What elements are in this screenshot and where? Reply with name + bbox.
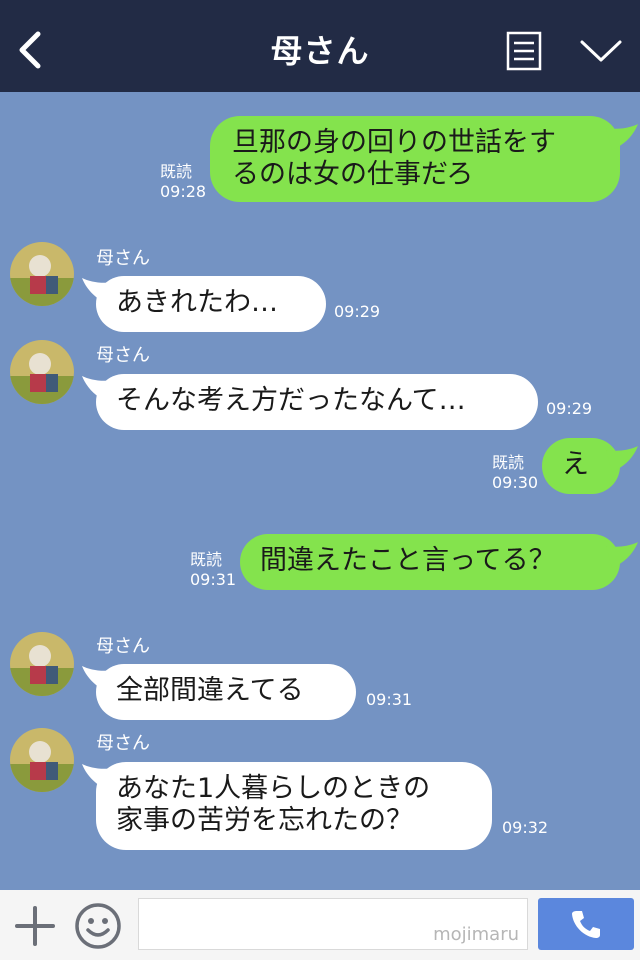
message-time: 09:31 — [366, 690, 413, 709]
read-receipt: 既読 09:30 — [492, 453, 538, 493]
chat-title: 母さん — [270, 32, 370, 70]
message-time: 09:29 — [334, 302, 381, 321]
message-time: 09:28 — [160, 182, 207, 201]
bubble-tail — [606, 124, 638, 150]
message-time: 09:30 — [492, 473, 539, 492]
their-message-bubble[interactable]: あなた1人暮らしのときの 家事の苦労を忘れたの？ — [96, 762, 492, 850]
avatar-image — [10, 728, 74, 792]
list-icon[interactable] — [506, 31, 542, 71]
message-line: 旦那の身の回りの世話をす — [232, 127, 556, 158]
input-bar: mojimaru — [0, 890, 640, 960]
sender-name: 母さん — [96, 636, 150, 657]
watermark: mojimaru — [433, 924, 519, 945]
bubble-tail — [606, 446, 638, 472]
message-line: あきれたわ… — [116, 287, 278, 318]
message-time: 09:32 — [502, 818, 549, 837]
plus-icon[interactable] — [14, 905, 56, 947]
smiley-icon[interactable] — [74, 902, 122, 950]
read-label: 既読 — [492, 453, 525, 472]
read-label: 既読 — [160, 162, 193, 181]
message-time: 09:29 — [546, 399, 593, 418]
sender-name: 母さん — [96, 248, 150, 269]
phone-icon — [572, 911, 600, 938]
message-line: 家事の苦労を忘れたの？ — [116, 805, 413, 836]
their-message-bubble[interactable]: そんな考え方だったなんて… — [96, 374, 538, 430]
message-line: るのは女の仕事だろ — [232, 159, 474, 190]
avatar-image — [10, 242, 74, 306]
avatar-image — [10, 632, 74, 696]
bubble-tail — [606, 542, 638, 568]
my-message-bubble[interactable]: 旦那の身の回りの世話をす るのは女の仕事だろ — [210, 116, 620, 202]
read-label: 既読 — [190, 550, 223, 569]
chevron-down-icon[interactable] — [578, 36, 624, 66]
their-message-bubble[interactable]: 全部間違えてる — [96, 664, 356, 720]
message-line: 間違えたこと言ってる？ — [260, 545, 556, 576]
message-line: そんな考え方だったなんて… — [116, 385, 466, 416]
avatar[interactable] — [10, 242, 74, 306]
their-message-bubble[interactable]: あきれたわ… — [96, 276, 326, 332]
message-line: あなた1人暮らしのときの — [116, 773, 431, 804]
read-receipt: 既読 09:31 — [190, 550, 236, 590]
message-time: 09:31 — [190, 570, 237, 589]
avatar[interactable] — [10, 728, 74, 792]
read-receipt: 既読 09:28 — [160, 162, 206, 202]
my-message-bubble[interactable]: 間違えたこと言ってる？ — [240, 534, 620, 590]
message-line: 全部間違えてる — [116, 675, 304, 706]
sender-name: 母さん — [96, 733, 150, 754]
sender-name: 母さん — [96, 345, 150, 366]
avatar[interactable] — [10, 632, 74, 696]
message-input[interactable]: mojimaru — [138, 898, 528, 950]
chat-header: 母さん — [0, 0, 640, 92]
avatar-image — [10, 340, 74, 404]
call-button[interactable] — [538, 898, 634, 950]
avatar[interactable] — [10, 340, 74, 404]
